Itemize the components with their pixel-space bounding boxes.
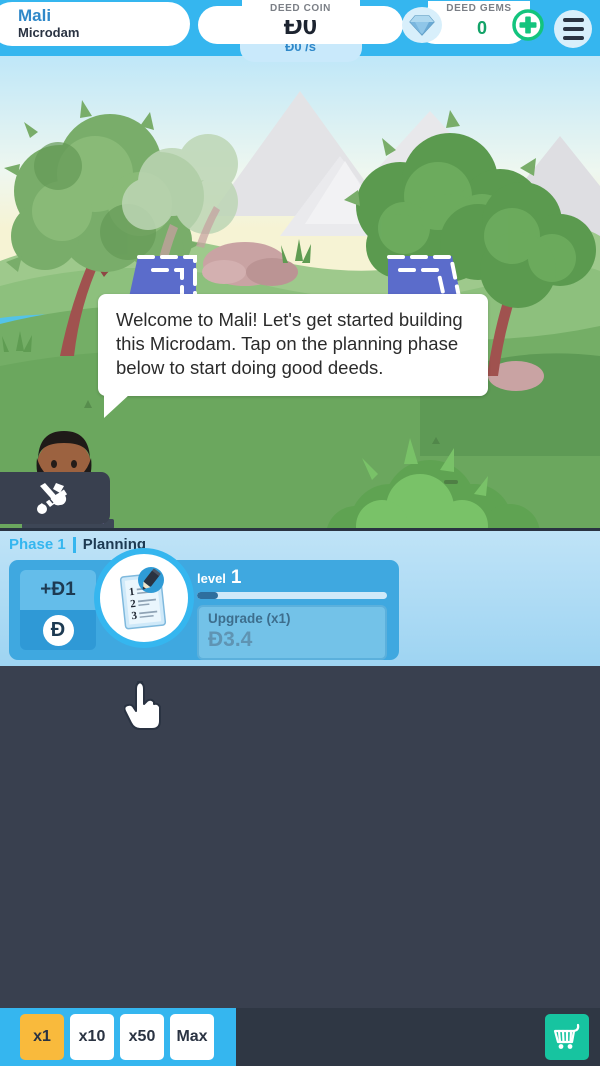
scene-artwork (0, 56, 600, 528)
deed-gems-display: 0 DEED GEMS (402, 1, 544, 49)
game-screen: Mali Microdam Ð0 /s Ð0 DEED COIN 0 DEED … (0, 0, 600, 1066)
tutorial-speech-bubble[interactable]: Welcome to Mali! Let's get started build… (98, 294, 488, 418)
upgrade-cost: Ð3.4 (208, 628, 253, 651)
multiplier-group: x1 x10 x50 Max (0, 1008, 236, 1066)
project-name: Microdam (18, 25, 80, 40)
bottom-bar: x1 x10 x50 Max (0, 1008, 600, 1066)
multiplier-x1-button[interactable]: x1 (20, 1014, 64, 1060)
hamburger-menu-icon[interactable] (554, 10, 592, 48)
planning-phase-card[interactable]: +Ð1 Ð 1 2 3 level 1 Upgrade (x1) Ð3.4 (9, 548, 399, 660)
hammer-wrench-icon (37, 483, 68, 514)
phase-panel: Phase 1 Planning +Ð1 Ð 1 2 3 level 1 Upg… (0, 528, 600, 666)
country-name: Mali (18, 6, 52, 25)
deed-coin-icon: Ð (42, 614, 74, 646)
multiplier-max-button[interactable]: Max (170, 1014, 214, 1060)
pointing-hand-cursor (123, 678, 164, 735)
coin-gain-amount: +Ð1 (20, 570, 96, 610)
level-value: 1 (230, 567, 242, 588)
upgrade-button[interactable]: Upgrade (x1) Ð3.4 (197, 605, 387, 660)
diamond-icon (402, 7, 442, 43)
deed-gems-amount: 0 (476, 17, 487, 38)
phase-number: Phase 1 (9, 536, 66, 553)
multiplier-x50-button[interactable]: x50 (120, 1014, 164, 1060)
top-header-bar: Mali Microdam Ð0 /s Ð0 DEED COIN 0 DEED … (0, 0, 600, 62)
game-scene[interactable]: Welcome to Mali! Let's get started build… (0, 56, 600, 528)
upgrade-section: level 1 Upgrade (x1) Ð3.4 (193, 567, 391, 660)
clipboard-pencil-icon[interactable]: 1 2 3 (94, 548, 194, 648)
menu-line-3 (562, 36, 584, 40)
deed-coin-display: Ð0 /s Ð0 DEED COIN (198, 0, 403, 62)
menu-line-2 (562, 27, 584, 31)
menu-line-1 (562, 18, 584, 22)
tap-coin-button[interactable]: Ð (20, 610, 96, 650)
add-gems-button[interactable] (512, 9, 544, 41)
tools-button[interactable] (0, 472, 110, 524)
level-progress-fill (197, 592, 218, 599)
phase-divider (72, 536, 76, 553)
multiplier-x10-button[interactable]: x10 (70, 1014, 114, 1060)
level-word: level (197, 571, 226, 586)
deed-coin-label: DEED COIN (241, 0, 360, 20)
locked-phases-area (0, 666, 600, 1008)
shopping-cart-icon[interactable] (545, 1014, 589, 1060)
coin-gain-section[interactable]: +Ð1 Ð (20, 570, 96, 650)
upgrade-label: Upgrade (x1) (208, 611, 291, 626)
level-progress-bar (197, 592, 387, 599)
level-row: level 1 (193, 567, 391, 589)
project-title-pill[interactable]: Mali Microdam (0, 2, 190, 46)
